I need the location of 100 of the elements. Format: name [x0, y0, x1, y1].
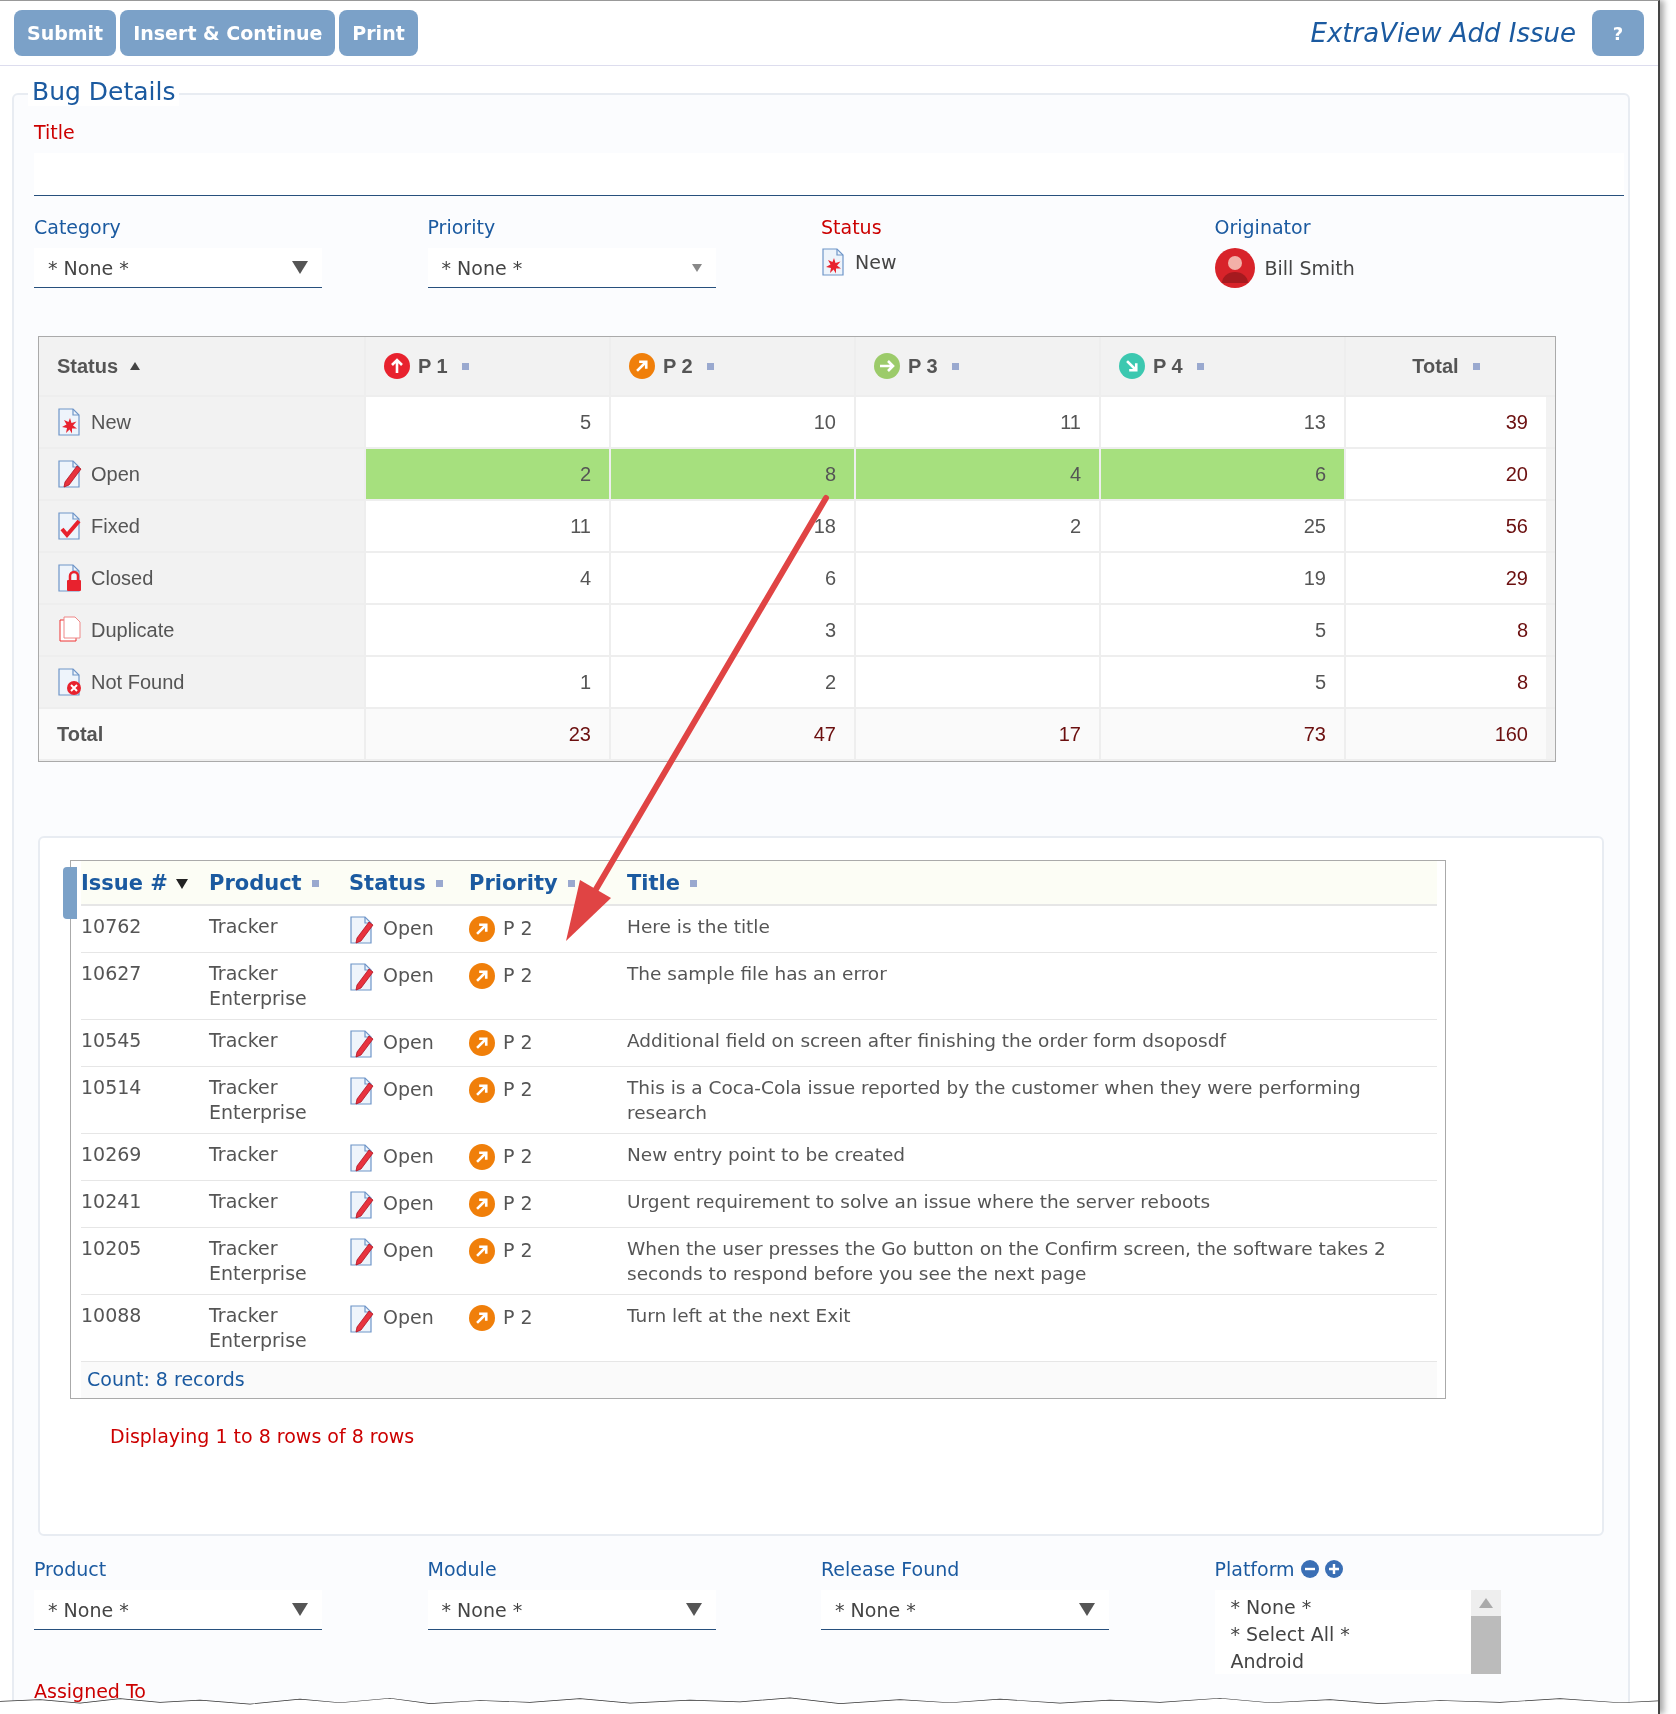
status-label: Open — [383, 1305, 434, 1330]
scroll-up-icon[interactable] — [1478, 1598, 1493, 1608]
column-label[interactable]: P 4 — [1153, 354, 1183, 378]
status-label: Open — [383, 963, 434, 988]
table-cell: 11 — [856, 397, 1101, 447]
status-label: Open — [383, 916, 434, 941]
field-label: Priority — [427, 216, 497, 238]
list-option[interactable]: * Select All * — [1230, 1621, 1455, 1648]
row-label: Fixed — [91, 514, 140, 538]
avatar-icon — [1214, 248, 1255, 288]
sort-ascending-icon[interactable] — [130, 362, 141, 370]
table-cell: 17 — [856, 709, 1101, 759]
caret-icon — [1079, 1603, 1095, 1616]
sort-descending-icon[interactable] — [175, 878, 188, 889]
column-label[interactable]: Total — [1412, 354, 1459, 378]
starburst-document-icon — [57, 408, 83, 436]
dropdown[interactable]: * None * — [427, 248, 716, 288]
column-label[interactable]: Status — [57, 354, 119, 378]
copy-document-icon — [57, 616, 83, 644]
table-cell-text: Tracker — [209, 1189, 279, 1214]
pencil-document-icon — [349, 1144, 375, 1172]
starburst-document-icon — [821, 248, 847, 276]
arrow-circle-icon — [469, 916, 495, 942]
table-cell: 18 — [611, 501, 856, 551]
column-label[interactable]: P 1 — [418, 354, 448, 378]
lock-document-icon — [57, 564, 83, 592]
table-cell-text: When the user presses the Go button on the Confirm screen, the software takes 2 seconds to respond before you see the next page — [627, 1237, 1387, 1286]
caret-icon — [691, 263, 702, 272]
error-document-icon — [57, 668, 83, 696]
table-cell-text: Urgent requirement to solve an issue where the server reboots — [627, 1190, 1212, 1214]
sort-icon[interactable] — [435, 880, 443, 887]
listbox[interactable]: * None * * Select All * Android — [1214, 1590, 1501, 1674]
table-cell: 13 — [1101, 397, 1346, 447]
table-cell: 3 — [611, 605, 856, 655]
arrow-circle-icon — [384, 353, 410, 379]
minus-icon[interactable] — [1300, 1560, 1319, 1578]
caret-icon — [685, 1603, 702, 1616]
table-cell: 25 — [1101, 501, 1346, 551]
column-header[interactable]: Product — [209, 871, 349, 896]
table-cell: 47 — [611, 709, 856, 759]
sort-icon[interactable] — [951, 362, 959, 370]
dropdown[interactable]: * None * — [427, 1590, 716, 1630]
row-label: New — [91, 410, 131, 434]
priority-label: P 2 — [503, 1305, 533, 1330]
table-cell-text: 10205 — [81, 1236, 143, 1261]
sort-icon[interactable] — [706, 362, 714, 370]
table-cell-text: Additional field on screen after finishing the order form dsoposdf — [627, 1029, 1228, 1053]
field-label: Platform — [1214, 1558, 1295, 1580]
plus-icon[interactable] — [1324, 1560, 1343, 1578]
dropdown[interactable]: * None * — [34, 1590, 322, 1630]
table-cell: 11 — [366, 501, 611, 551]
status-label: Open — [383, 1191, 434, 1216]
title-input[interactable] — [34, 153, 1624, 196]
table-cell: 73 — [1101, 709, 1346, 759]
sort-icon[interactable] — [461, 362, 469, 370]
sort-icon[interactable] — [1472, 362, 1480, 370]
list-option[interactable]: * None * — [1230, 1594, 1455, 1621]
priority-label: P 2 — [503, 916, 533, 941]
row-label: Duplicate — [91, 618, 175, 642]
table-cell: 5 — [1101, 605, 1346, 655]
table-cell: 2 — [856, 501, 1101, 551]
list-option[interactable]: Android — [1230, 1648, 1455, 1675]
table-cell: 6 — [611, 553, 856, 603]
caret-icon — [292, 1603, 308, 1616]
column-header[interactable]: Issue # — [81, 871, 209, 896]
column-label[interactable]: P 3 — [908, 354, 938, 378]
scrollbar[interactable] — [1470, 1590, 1501, 1674]
arrow-circle-icon — [469, 1030, 495, 1056]
table-cell-text: Tracker — [209, 1142, 279, 1167]
table-cell-text: Here is the title — [627, 915, 771, 939]
status-label: Open — [383, 1144, 434, 1169]
caret-icon — [292, 261, 308, 274]
table-cell-text: The sample file has an error — [627, 962, 888, 986]
pencil-document-icon — [349, 1077, 375, 1105]
row-label: Not Found — [91, 670, 185, 694]
column-label[interactable]: P 2 — [663, 354, 693, 378]
dropdown[interactable]: * None * — [34, 248, 322, 288]
table-cell-text: Tracker Enterprise — [209, 1075, 308, 1125]
table-cell: 4 — [856, 449, 1101, 499]
pencil-document-icon — [349, 1238, 375, 1266]
arrow-circle-icon — [469, 963, 495, 989]
field-label: Module — [427, 1558, 498, 1580]
table-cell-text: 10514 — [81, 1075, 143, 1100]
sort-icon[interactable] — [567, 880, 575, 887]
table-cell-text: New entry point to be created — [627, 1143, 906, 1167]
table-cell: 160 — [1346, 709, 1546, 759]
column-header[interactable]: Title — [627, 871, 1435, 896]
table-cell-text: 10088 — [81, 1303, 143, 1328]
column-header[interactable]: Status — [349, 871, 469, 896]
sort-icon[interactable] — [1196, 362, 1204, 370]
field-label: Title — [34, 121, 76, 143]
column-header[interactable]: Priority — [469, 871, 627, 896]
sort-icon[interactable] — [311, 880, 319, 887]
table-cell: 2 — [366, 449, 611, 499]
pencil-document-icon — [349, 1030, 375, 1058]
dropdown[interactable]: * None * — [821, 1590, 1109, 1630]
table-cell-text: 10241 — [81, 1189, 143, 1214]
field-label: Category — [34, 216, 122, 238]
table-cell-text: Tracker Enterprise — [209, 961, 308, 1011]
table-cell: 4 — [366, 553, 611, 603]
